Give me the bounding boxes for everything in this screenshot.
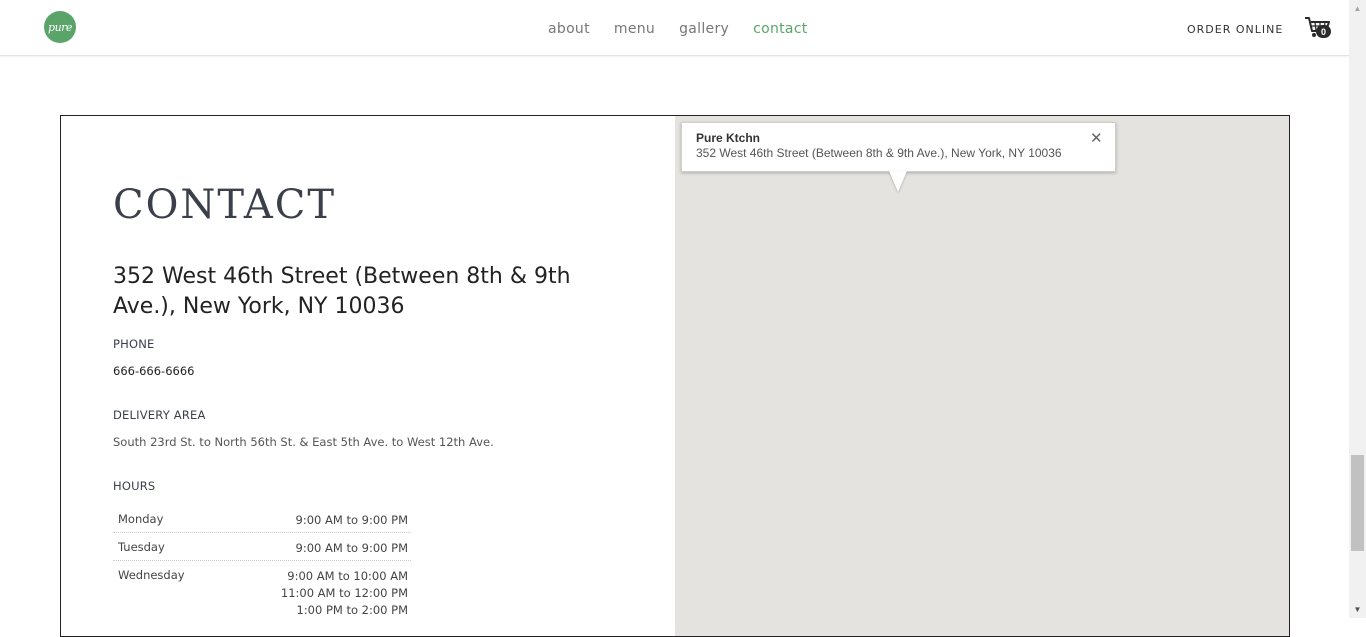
logo[interactable]: pure <box>44 11 76 43</box>
close-icon[interactable]: ✕ <box>1090 129 1103 147</box>
phone-number[interactable]: 666-666-6666 <box>113 364 194 378</box>
hours-times: 9:00 AM to 10:00 AM 11:00 AM to 12:00 PM… <box>280 569 408 617</box>
cart-count-badge: 0 <box>1316 25 1331 38</box>
hours-row: Monday 9:00 AM to 9:00 PM <box>113 505 411 533</box>
nav-menu[interactable]: menu <box>614 20 655 38</box>
phone-label: PHONE <box>113 337 155 351</box>
order-online-link[interactable]: ORDER ONLINE <box>1187 22 1283 37</box>
hours-day: Tuesday <box>118 540 165 554</box>
info-window-title: Pure Ktchn <box>696 131 761 145</box>
delivery-area-label: DELIVERY AREA <box>113 408 206 422</box>
site-header: pure about menu gallery contact ORDER ON… <box>0 0 1349 56</box>
hours-times: 9:00 AM to 9:00 PM <box>295 541 408 555</box>
hours-day: Wednesday <box>118 568 185 582</box>
nav-gallery[interactable]: gallery <box>679 20 729 38</box>
scroll-up-arrow-icon[interactable]: ▲ <box>1349 0 1366 17</box>
hours-row: Tuesday 9:00 AM to 9:00 PM <box>113 533 411 561</box>
hours-label: HOURS <box>113 479 156 493</box>
scroll-thumb[interactable] <box>1351 455 1364 551</box>
delivery-area-text: South 23rd St. to North 56th St. & East … <box>113 435 494 449</box>
page-title: CONTACT <box>113 182 337 228</box>
contact-address: 352 West 46th Street (Between 8th & 9th … <box>113 264 571 319</box>
contact-panel: CONTACT 352 West 46th Street (Between 8t… <box>60 115 1290 637</box>
hours-table: Monday 9:00 AM to 9:00 PM Tuesday 9:00 A… <box>113 505 411 621</box>
hours-row: Wednesday 9:00 AM to 10:00 AM 11:00 AM t… <box>113 561 411 621</box>
vertical-scrollbar[interactable]: ▲ ▼ <box>1349 0 1366 618</box>
map[interactable]: Pure Ktchn 352 West 46th Street (Between… <box>675 116 1289 636</box>
map-info-window: Pure Ktchn 352 West 46th Street (Between… <box>681 122 1116 172</box>
hours-times: 9:00 AM to 9:00 PM <box>295 513 408 527</box>
scroll-down-arrow-icon[interactable]: ▼ <box>1349 601 1366 618</box>
hours-day: Monday <box>118 512 164 526</box>
info-window-pointer <box>889 171 907 192</box>
info-window-address: 352 West 46th Street (Between 8th & 9th … <box>696 146 1062 160</box>
nav-contact[interactable]: contact <box>753 20 808 38</box>
main-nav: about menu gallery contact <box>548 20 832 38</box>
nav-about[interactable]: about <box>548 20 590 38</box>
